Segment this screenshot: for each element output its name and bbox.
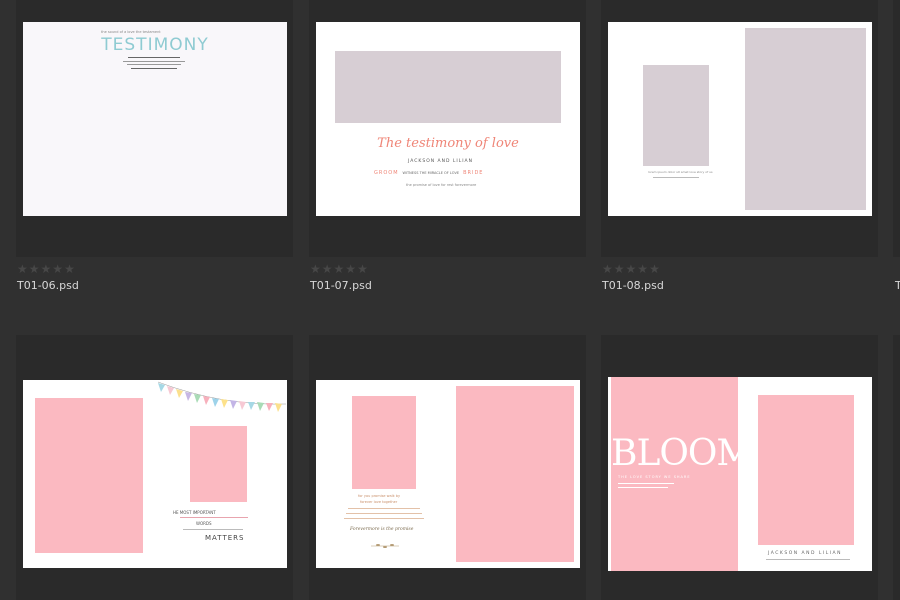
preview-groom: GROOM <box>374 170 399 176</box>
photo-placeholder <box>758 395 854 545</box>
thumbnail-preview[interactable]: BLOOM THE LOVE STORY WE SHARE JACKSON AN… <box>608 377 872 571</box>
preview-text-line <box>618 487 668 488</box>
preview-heading: BLOOM <box>611 433 753 474</box>
photo-placeholder <box>745 28 866 210</box>
star-icon[interactable]: ★ <box>637 263 648 275</box>
preview-script: Forevermore is the promise <box>350 527 414 532</box>
preview-text-line <box>183 529 243 530</box>
file-name[interactable]: T01-07.psd <box>310 279 372 292</box>
star-icon[interactable]: ★ <box>41 263 52 275</box>
preview-bride: BRIDE <box>463 170 484 176</box>
thumbnail-preview[interactable]: The testimony of love JACKSON AND LILIAN… <box>316 22 580 216</box>
thumbnail-cell-t01-07[interactable]: The testimony of love JACKSON AND LILIAN… <box>309 0 586 257</box>
rating-stars[interactable]: ★ ★ ★ ★ ★ <box>310 263 368 275</box>
preview-caption: lorem ipsum dolor sit amet love story of… <box>648 170 713 174</box>
preview-text-line <box>127 64 181 65</box>
star-icon[interactable]: ★ <box>345 263 356 275</box>
star-icon[interactable]: ★ <box>322 263 333 275</box>
thumbnail-preview[interactable]: the sound of a love the testament TESTIM… <box>23 22 287 216</box>
rating-stars[interactable]: ★ ★ ★ ★ ★ <box>17 263 75 275</box>
preview-text-line <box>348 508 420 509</box>
preview-middle: WITNESS THE MIRACLE OF LOVE <box>402 171 460 175</box>
photo-placeholder <box>335 51 561 123</box>
preview-text-line <box>653 177 699 178</box>
preview-text-line <box>346 513 422 514</box>
star-icon[interactable]: ★ <box>626 263 637 275</box>
star-icon[interactable]: ★ <box>64 263 75 275</box>
thumbnail-preview[interactable]: for you promise walk by forever love tog… <box>316 380 580 568</box>
preview-text: forever love together <box>360 500 398 504</box>
preview-footer: the promise of love for rest forevermore <box>406 183 477 187</box>
star-icon[interactable]: ★ <box>649 263 660 275</box>
preview-text-line <box>766 559 850 560</box>
preview-script-title: The testimony of love <box>377 136 519 151</box>
preview-heading: TESTIMONY <box>101 35 209 55</box>
bunting-flags-icon <box>157 381 287 412</box>
file-name-partial[interactable]: T <box>895 279 900 292</box>
star-icon[interactable]: ★ <box>52 263 63 275</box>
preview-names: JACKSON AND LILIAN <box>408 159 473 164</box>
thumbnail-cell[interactable]: for you promise walk by forever love tog… <box>309 335 586 600</box>
preview-matters: MATTERS <box>205 534 245 542</box>
preview-groom-bride-row: GROOM WITNESS THE MIRACLE OF LOVE BRIDE <box>374 170 483 176</box>
thumbnail-cell[interactable]: HE MOST IMPORTANT WORDS MATTERS <box>16 335 293 600</box>
photo-placeholder <box>352 396 416 489</box>
leaf-ornament-icon <box>371 544 399 548</box>
thumbnail-cell-partial[interactable] <box>893 0 900 257</box>
preview-sub: THE LOVE STORY WE SHARE <box>618 475 691 479</box>
thumbnail-cell-t01-06[interactable]: the sound of a love the testament TESTIM… <box>16 0 293 257</box>
star-icon[interactable]: ★ <box>29 263 40 275</box>
photo-placeholder <box>35 398 143 553</box>
thumbnail-cell[interactable]: BLOOM THE LOVE STORY WE SHARE JACKSON AN… <box>601 335 878 600</box>
thumbnail-cell-partial[interactable] <box>893 335 900 600</box>
star-icon[interactable]: ★ <box>334 263 345 275</box>
file-name[interactable]: T01-08.psd <box>602 279 664 292</box>
star-icon[interactable]: ★ <box>357 263 368 275</box>
thumbnail-preview[interactable]: lorem ipsum dolor sit amet love story of… <box>608 22 872 216</box>
preview-words: WORDS <box>196 521 212 526</box>
photo-placeholder <box>456 386 574 562</box>
rating-stars[interactable]: ★ ★ ★ ★ ★ <box>602 263 660 275</box>
preview-text-line <box>618 483 674 484</box>
file-name[interactable]: T01-06.psd <box>17 279 79 292</box>
photo-placeholder <box>643 65 709 166</box>
preview-text-line <box>131 68 177 69</box>
thumbnail-preview[interactable]: HE MOST IMPORTANT WORDS MATTERS <box>23 380 287 568</box>
preview-names: JACKSON AND LILIAN <box>768 551 842 556</box>
preview-text-line <box>128 57 180 58</box>
star-icon[interactable]: ★ <box>614 263 625 275</box>
thumbnail-cell-t01-08[interactable]: lorem ipsum dolor sit amet love story of… <box>601 0 878 257</box>
photo-placeholder <box>611 377 738 571</box>
photo-placeholder <box>190 426 247 502</box>
preview-text-line <box>123 61 185 62</box>
preview-text-line <box>180 517 248 518</box>
preview-title-part: HE MOST IMPORTANT <box>173 510 216 515</box>
star-icon[interactable]: ★ <box>602 263 613 275</box>
star-icon[interactable]: ★ <box>17 263 28 275</box>
preview-text-line <box>344 518 424 519</box>
preview-text: for you promise walk by <box>358 494 401 498</box>
star-icon[interactable]: ★ <box>310 263 321 275</box>
